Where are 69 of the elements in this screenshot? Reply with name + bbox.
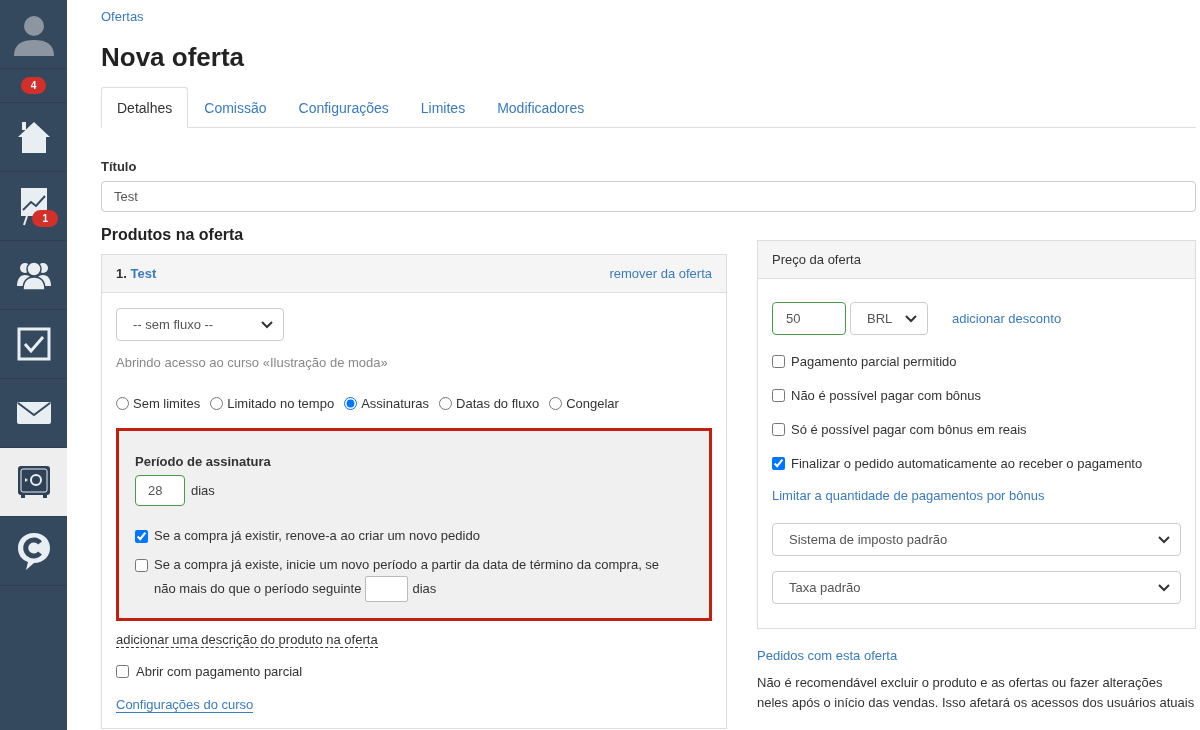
chevron-down-icon (1158, 535, 1170, 544)
radio-label: Assinaturas (361, 396, 430, 411)
checkbox-label: Só é possível pagar com bônus em reais (791, 422, 1027, 437)
tab[interactable]: Modificadores (481, 87, 601, 128)
safe-icon (16, 465, 51, 499)
radio-label: Congelar (566, 396, 619, 411)
product-title: 1. Test (116, 266, 157, 281)
checkbox-icon (16, 327, 51, 361)
field-label: Período de assinatura (135, 454, 271, 469)
checkbox-label: não mais do que o período seguinte (154, 580, 362, 598)
field-label: Título (101, 159, 137, 174)
checkbox-label: Se a compra já existir, renove-a ao criar um novo pedido (154, 528, 480, 543)
radio-label: Limitado no tempo (227, 396, 335, 411)
access-note: Abrindo acesso ao curso «Ilustração de moda» (116, 355, 389, 370)
checkbox-label: Finalizar o pedido automaticamente ao receber o pagamento (791, 456, 1143, 471)
remove-link[interactable]: remover da oferta (609, 266, 712, 281)
tab[interactable]: Comissão (188, 87, 283, 128)
checkbox[interactable] (772, 457, 785, 470)
sidebar-item[interactable]: 1 (0, 172, 67, 241)
checkbox[interactable] (135, 530, 148, 543)
radio-button[interactable] (210, 397, 224, 410)
tab[interactable]: Limites (404, 87, 482, 128)
days-input[interactable] (365, 576, 409, 602)
people-icon (15, 260, 52, 290)
tax-system-select[interactable]: Sistema de imposto padrão (772, 523, 1181, 556)
tab[interactable]: Configurações (282, 87, 405, 128)
tab[interactable]: Detalhes (101, 87, 189, 128)
price-input[interactable]: 50 (772, 302, 846, 335)
radio-button[interactable] (549, 397, 563, 410)
sidebar-item[interactable]: 4 (0, 69, 67, 103)
checkbox[interactable] (772, 423, 785, 436)
add-description-link[interactable]: adicionar uma descrição do produto na oferta (116, 632, 378, 648)
sidebar-item[interactable] (0, 448, 67, 517)
radio-button[interactable] (344, 397, 358, 410)
radio-button[interactable] (439, 397, 453, 410)
chevron-down-icon (261, 320, 273, 329)
panel-title: Preço da oferta (758, 241, 1195, 279)
checkbox[interactable] (772, 389, 785, 402)
checkbox[interactable] (135, 559, 148, 572)
period-input[interactable]: 28 (135, 475, 185, 506)
section-heading: Produtos na oferta (101, 226, 245, 244)
breadcrumb-link[interactable]: Ofertas (101, 0, 144, 24)
checkbox-label: Abrir com pagamento parcial (136, 664, 303, 679)
course-settings-link[interactable]: Configurações do curso (116, 697, 254, 713)
page-title: Nova oferta (101, 42, 246, 73)
notification-badge: 4 (20, 77, 47, 94)
add-discount-link[interactable]: adicionar desconto (952, 311, 1062, 326)
notification-badge: 1 (32, 210, 58, 227)
chevron-down-icon (905, 314, 917, 323)
radio-label: Datas do fluxo (456, 396, 540, 411)
chevron-down-icon (1158, 583, 1170, 592)
flow-select[interactable]: -- sem fluxo -- (116, 308, 284, 341)
unit-label: dias (191, 483, 215, 498)
bonus-limit-link[interactable]: Limitar a quantidade de pagamentos por bônus (772, 488, 1045, 503)
checkbox-label: Não é possível pagar com bônus (791, 388, 982, 403)
radio-label: Sem limites (133, 396, 201, 411)
envelope-icon (16, 402, 51, 424)
unit-label: dias (412, 580, 437, 598)
chat-logo-icon (15, 531, 52, 571)
currency-select[interactable]: BRL (850, 302, 928, 335)
title-input[interactable]: Test (101, 181, 1196, 212)
tax-rate-select[interactable]: Taxa padrão (772, 571, 1181, 604)
checkbox[interactable] (772, 355, 785, 368)
checkbox-label: Pagamento parcial permitido (791, 354, 957, 369)
checkbox[interactable] (116, 665, 129, 678)
warning-text: Não é recomendável excluir o produto e as ofertas ou fazer alterações neles após o início das vendas. Isso afetará os acessos dos usuários atuais (757, 674, 1196, 712)
orders-link[interactable]: Pedidos com esta oferta (757, 648, 898, 663)
checkbox-label: Se a compra já existe, inicie um novo período a partir da data de término da compra, se (154, 556, 660, 574)
radio-button[interactable] (116, 397, 129, 410)
